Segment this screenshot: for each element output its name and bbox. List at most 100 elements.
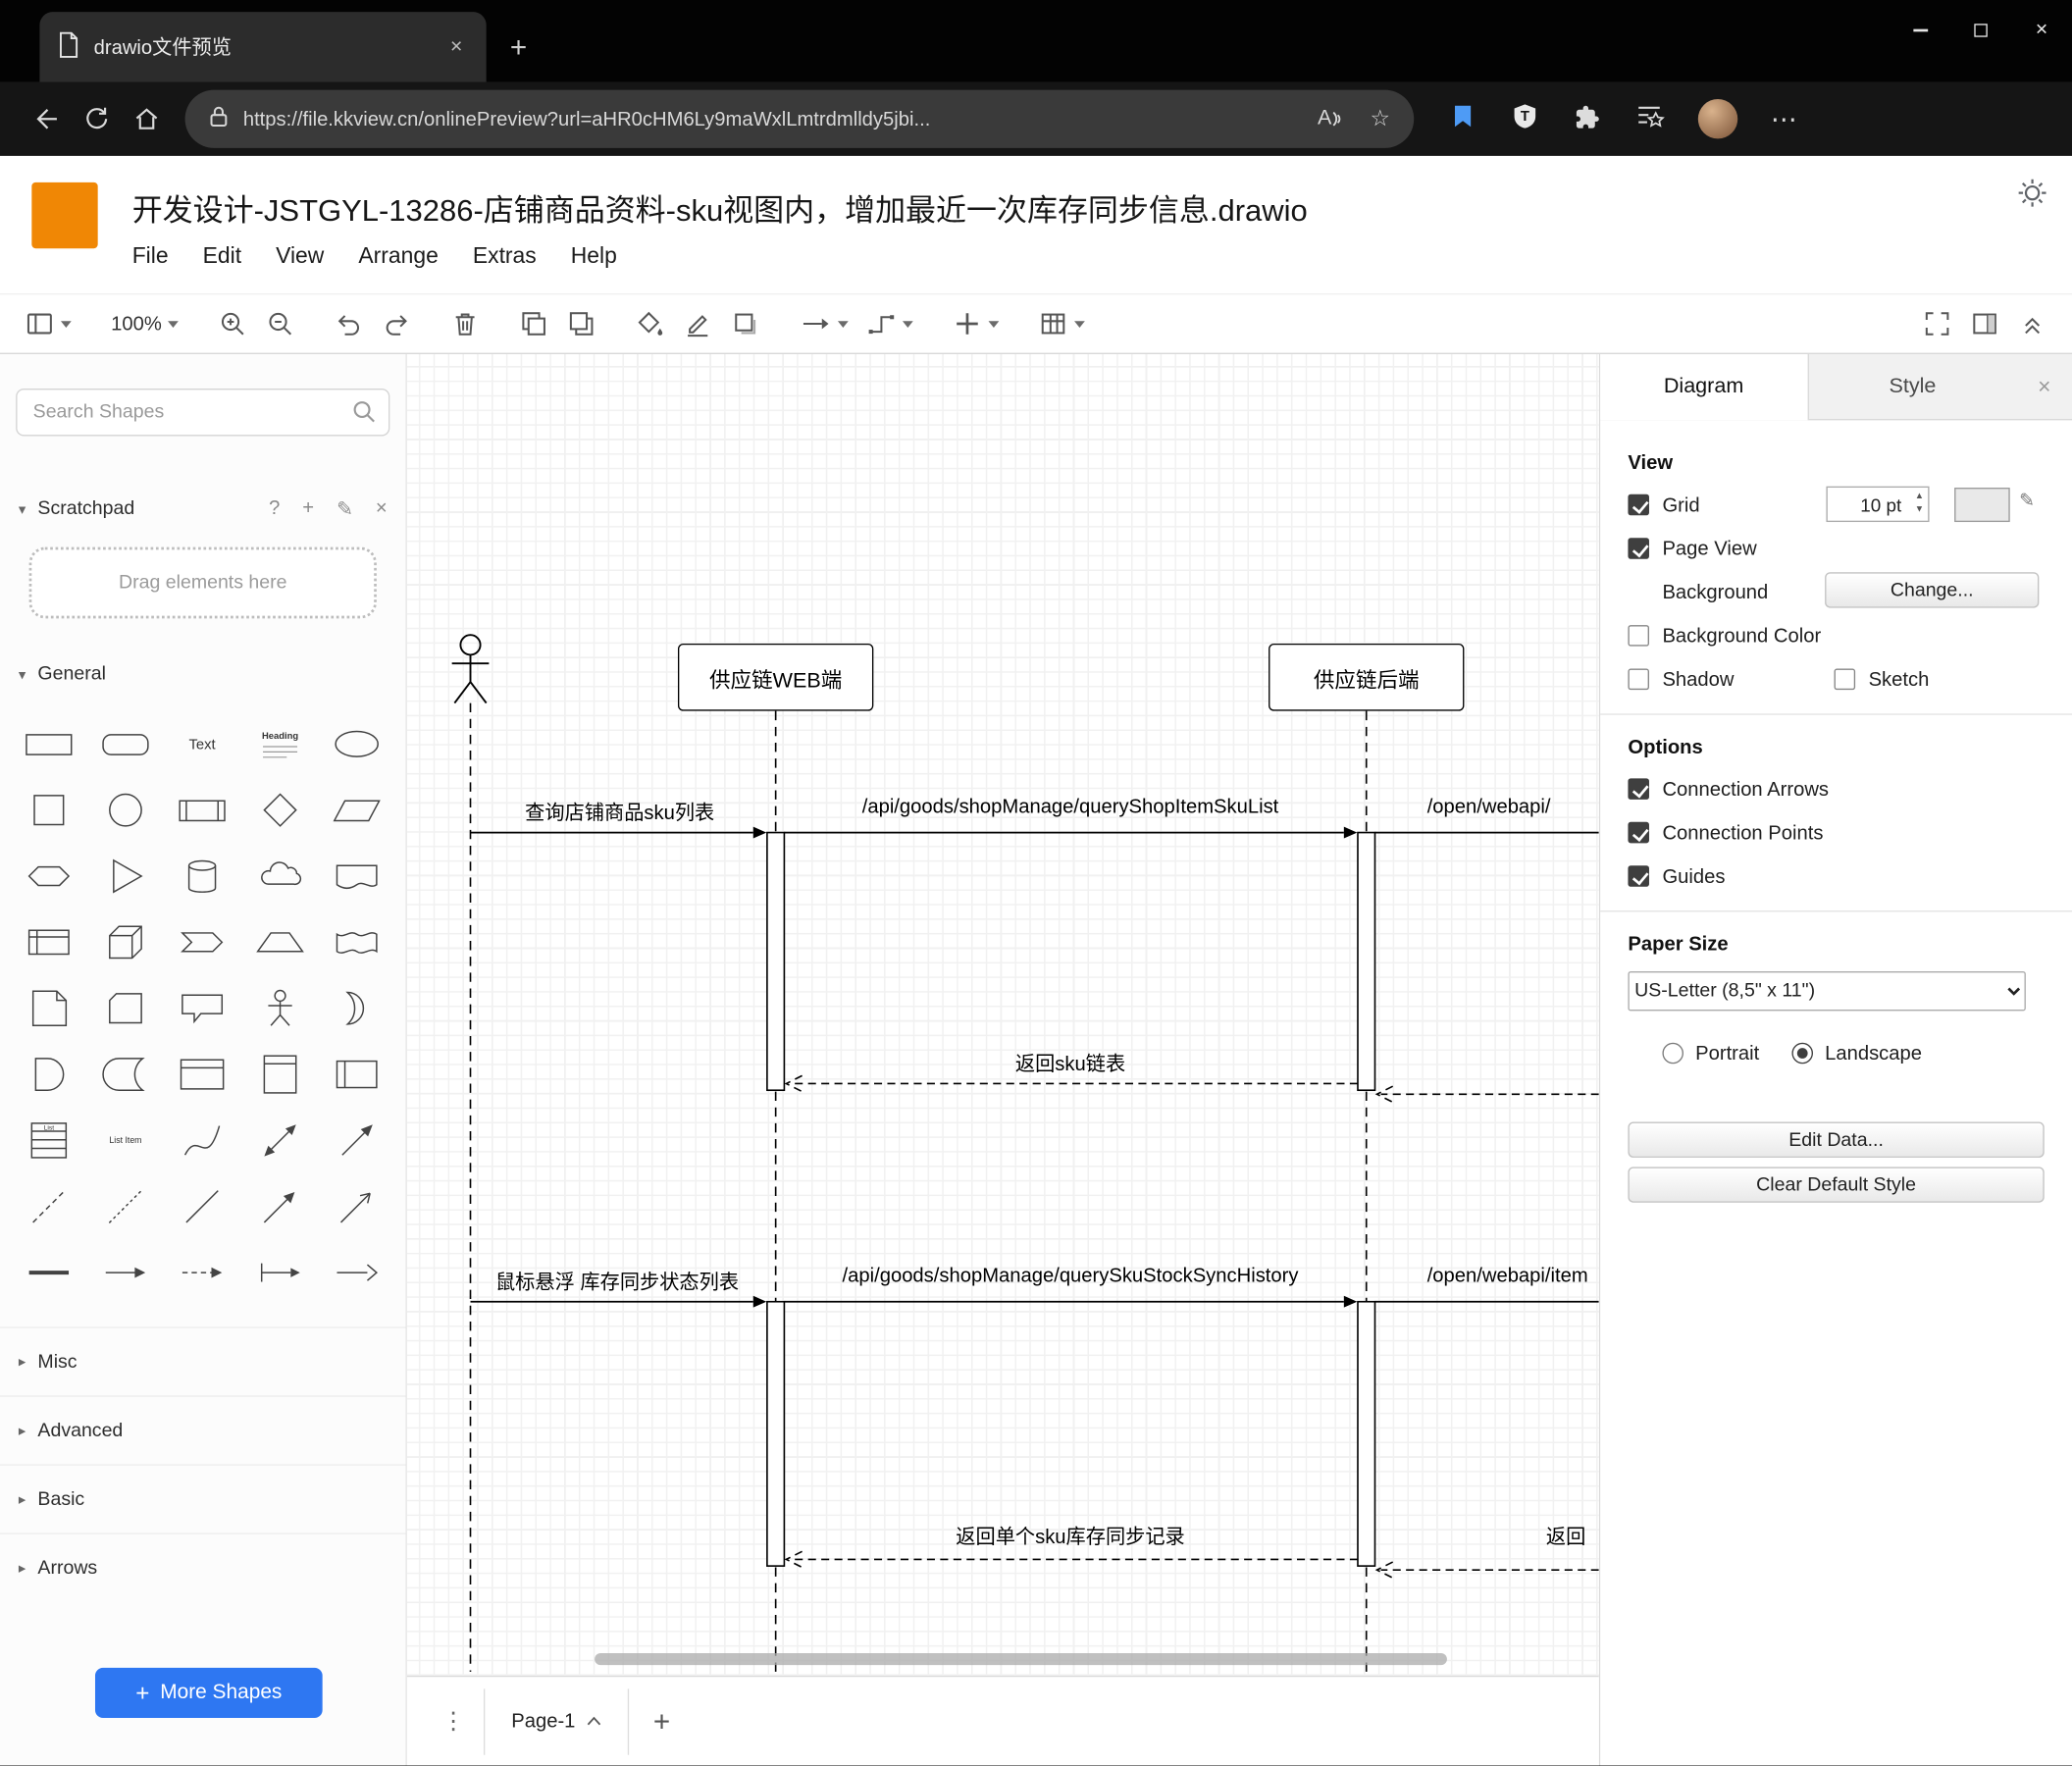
- shape-diagonal-arrow[interactable]: [241, 1173, 318, 1239]
- extensions-puzzle-icon[interactable]: [1573, 101, 1602, 136]
- shape-list-item[interactable]: List Item: [87, 1108, 164, 1173]
- participant-backend-box[interactable]: 供应链后端: [1269, 643, 1465, 711]
- shield-extension-icon[interactable]: T: [1511, 101, 1540, 136]
- shadow-button[interactable]: [722, 301, 769, 346]
- portrait-label[interactable]: Portrait: [1695, 1042, 1759, 1065]
- back-button[interactable]: [22, 94, 72, 144]
- scratchpad-close-icon[interactable]: ×: [376, 496, 388, 520]
- shape-process[interactable]: [165, 777, 241, 843]
- shape-arrow[interactable]: [318, 1108, 394, 1173]
- connection-points-label[interactable]: Connection Points: [1662, 821, 1823, 844]
- shape-diagonal-open-arrow[interactable]: [318, 1173, 394, 1239]
- menu-edit[interactable]: Edit: [203, 243, 241, 270]
- edit-color-icon[interactable]: ✎: [2019, 489, 2035, 511]
- edit-data-button[interactable]: Edit Data...: [1628, 1121, 2045, 1158]
- shape-triangle[interactable]: [87, 843, 164, 909]
- stepper-arrows[interactable]: ▲ ▼: [1915, 491, 1924, 517]
- portrait-radio[interactable]: [1662, 1042, 1684, 1065]
- landscape-label[interactable]: Landscape: [1825, 1042, 1922, 1065]
- scratchpad-header[interactable]: ▾ Scratchpad ? + ✎ ×: [0, 487, 406, 532]
- pages-menu-icon[interactable]: ⋮: [441, 1707, 465, 1735]
- drawio-logo[interactable]: [31, 182, 98, 249]
- shape-square[interactable]: [11, 777, 87, 843]
- shape-note[interactable]: [11, 975, 87, 1041]
- section-arrows[interactable]: ▸ Arrows: [0, 1532, 406, 1601]
- activation-bar[interactable]: [766, 1300, 786, 1567]
- shape-and[interactable]: [11, 1041, 87, 1107]
- search-shapes-input[interactable]: [16, 389, 390, 437]
- favorites-bar-icon[interactable]: [1634, 102, 1665, 136]
- shape-line[interactable]: [165, 1173, 241, 1239]
- zoom-in-button[interactable]: [209, 301, 256, 346]
- waypoint-style-dropdown[interactable]: [858, 301, 923, 346]
- section-general[interactable]: ▾ General: [0, 652, 406, 695]
- undo-button[interactable]: [326, 301, 373, 346]
- message-label[interactable]: /open/webapi/item: [1427, 1265, 1599, 1287]
- shape-bidirectional-arrow[interactable]: [241, 1108, 318, 1173]
- grid-checkbox[interactable]: [1628, 493, 1649, 516]
- page-view-checkbox[interactable]: [1628, 538, 1649, 559]
- activation-bar[interactable]: [1357, 1300, 1376, 1567]
- shape-horizontal-container[interactable]: [318, 1041, 394, 1107]
- more-shapes-button[interactable]: + More Shapes: [94, 1667, 323, 1719]
- theme-toggle-icon[interactable]: [2016, 177, 2047, 215]
- add-page-button[interactable]: +: [653, 1704, 670, 1739]
- background-color-checkbox[interactable]: [1628, 625, 1649, 647]
- shape-dashed-line[interactable]: [11, 1173, 87, 1239]
- connection-arrows-checkbox[interactable]: [1628, 778, 1649, 800]
- shadow-label[interactable]: Shadow: [1662, 668, 1734, 691]
- grid-size-input[interactable]: 10 pt ▲ ▼: [1826, 486, 1930, 523]
- activation-bar[interactable]: [1357, 831, 1376, 1092]
- to-back-button[interactable]: [558, 301, 605, 346]
- shape-list[interactable]: List: [11, 1108, 87, 1173]
- fullscreen-button[interactable]: [1913, 301, 1960, 346]
- shape-data-storage[interactable]: [87, 1041, 164, 1107]
- line-color-button[interactable]: [674, 301, 721, 346]
- shadow-checkbox[interactable]: [1628, 668, 1649, 691]
- guides-checkbox[interactable]: [1628, 865, 1649, 887]
- shape-dotted-line[interactable]: [87, 1173, 164, 1239]
- menu-file[interactable]: File: [132, 243, 169, 270]
- change-background-button[interactable]: Change...: [1825, 572, 2040, 608]
- shape-thin-arrow[interactable]: [87, 1239, 164, 1305]
- insert-dropdown[interactable]: [944, 301, 1009, 346]
- section-basic[interactable]: ▸ Basic: [0, 1464, 406, 1532]
- shape-ellipse[interactable]: [318, 711, 394, 777]
- tab-style[interactable]: Style: [1808, 354, 2016, 419]
- favorite-star-icon[interactable]: ☆: [1370, 106, 1390, 132]
- shape-or[interactable]: [318, 975, 394, 1041]
- landscape-radio[interactable]: [1791, 1042, 1814, 1065]
- home-button[interactable]: [122, 94, 172, 144]
- view-dropdown[interactable]: [16, 301, 80, 346]
- grid-label[interactable]: Grid: [1662, 493, 1699, 516]
- shape-hexagon[interactable]: [11, 843, 87, 909]
- scratchpad-add-icon[interactable]: +: [302, 496, 314, 520]
- collections-icon[interactable]: [1448, 101, 1477, 136]
- shape-parallelogram[interactable]: [318, 777, 394, 843]
- message-label[interactable]: 返回单个sku库存同步记录: [803, 1523, 1339, 1550]
- maximize-button[interactable]: [1950, 0, 2011, 61]
- profile-avatar[interactable]: [1697, 99, 1738, 139]
- shape-horizontal-line[interactable]: [11, 1239, 87, 1305]
- sketch-checkbox[interactable]: [1834, 668, 1856, 691]
- shape-rounded-rectangle[interactable]: [87, 711, 164, 777]
- format-panel-toggle[interactable]: [1961, 301, 2008, 346]
- menu-extras[interactable]: Extras: [473, 243, 537, 270]
- background-color-label[interactable]: Background Color: [1662, 624, 1821, 647]
- section-misc[interactable]: ▸ Misc: [0, 1326, 406, 1395]
- connection-points-checkbox[interactable]: [1628, 821, 1649, 844]
- table-dropdown[interactable]: [1030, 301, 1095, 346]
- new-tab-button[interactable]: +: [510, 30, 527, 65]
- shape-cube[interactable]: [87, 909, 164, 975]
- participant-web-box[interactable]: 供应链WEB端: [677, 643, 874, 711]
- menu-arrange[interactable]: Arrange: [358, 243, 438, 270]
- zoom-level-dropdown[interactable]: 100%: [102, 301, 188, 346]
- fill-color-button[interactable]: [627, 301, 674, 346]
- shape-tape[interactable]: [318, 909, 394, 975]
- browser-menu-icon[interactable]: ⋯: [1771, 102, 1797, 135]
- menu-view[interactable]: View: [276, 243, 324, 270]
- to-front-button[interactable]: [510, 301, 557, 346]
- tab-close-icon[interactable]: ×: [444, 35, 467, 59]
- paper-size-select[interactable]: US-Letter (8,5" x 11"): [1628, 971, 2026, 1012]
- shape-mapsto-arrow[interactable]: [241, 1239, 318, 1305]
